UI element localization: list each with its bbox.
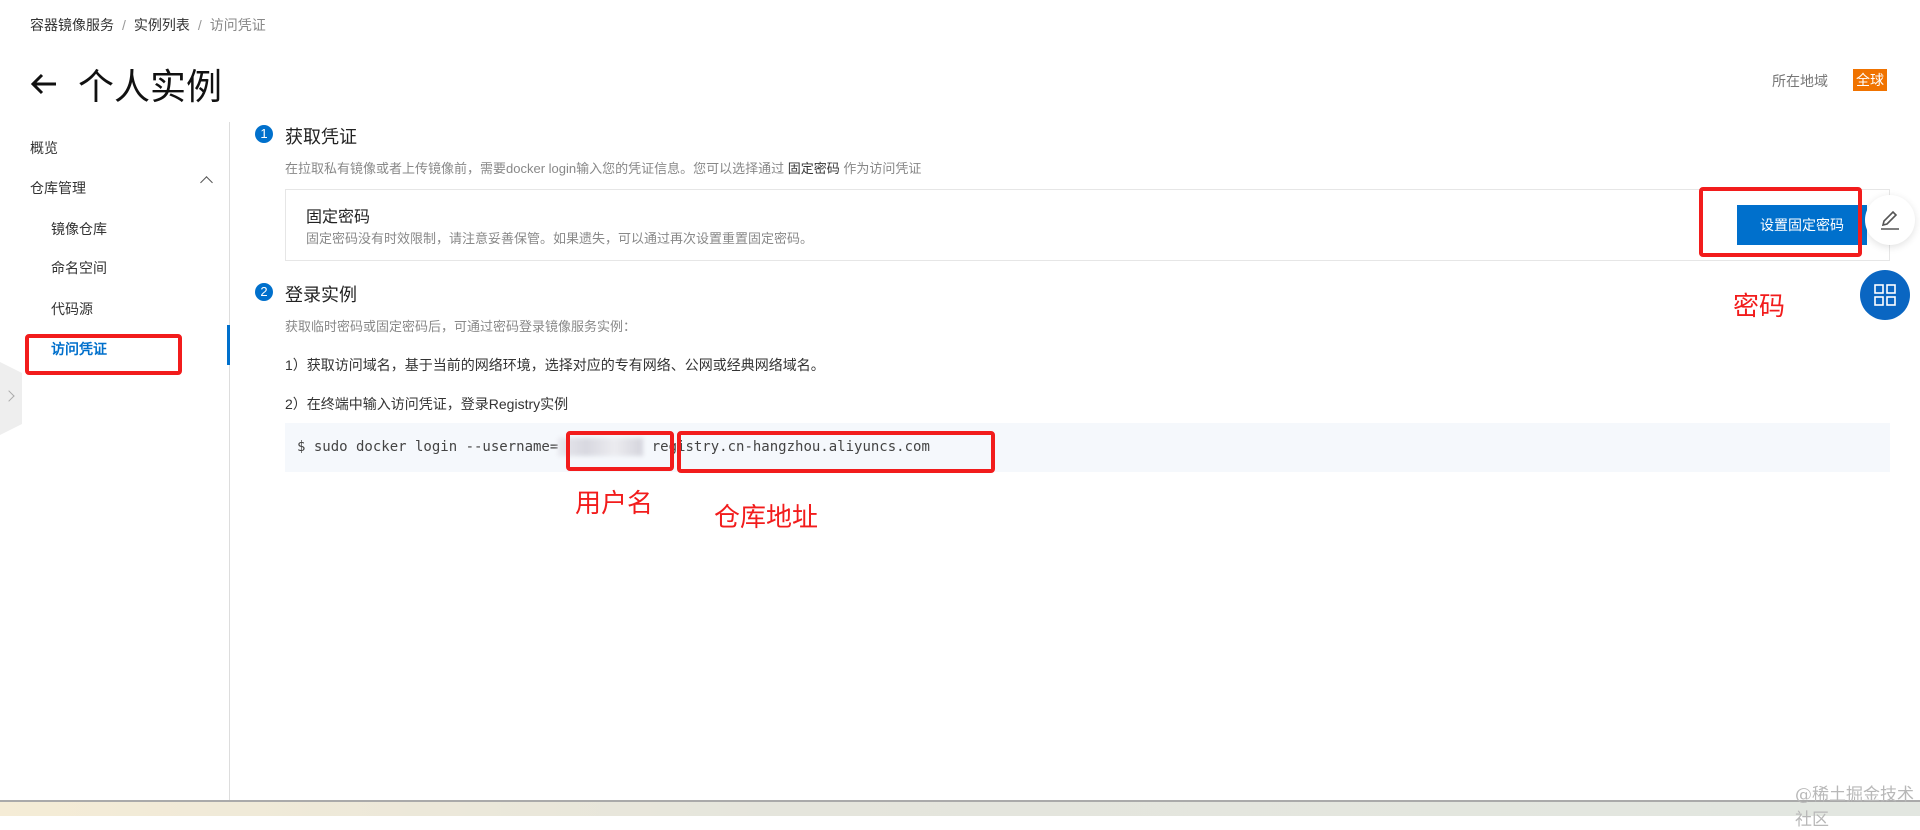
sidebar-item-namespaces[interactable]: 命名空间 — [51, 258, 107, 278]
edit-button[interactable] — [1865, 195, 1915, 245]
annotation-box-registry — [677, 431, 995, 473]
apps-button[interactable] — [1860, 270, 1910, 320]
chevron-right-icon — [3, 390, 15, 402]
annotation-password: 密码 — [1733, 291, 1786, 321]
breadcrumb-current: 访问凭证 — [209, 17, 266, 33]
login-command-block[interactable]: $ sudo docker login --username= registry… — [285, 423, 1890, 472]
grid-icon — [1874, 284, 1896, 306]
chevron-up-icon[interactable] — [200, 176, 213, 189]
instruction-item: 2）在终端中输入访问凭证，登录Registry实例 — [285, 396, 569, 412]
fixed-password-link[interactable]: 固定密码 — [788, 161, 840, 176]
step-title: 获取凭证 — [285, 127, 357, 147]
step-number: 2 — [255, 283, 273, 301]
watermark: @稀土掘金技术社区 — [1795, 785, 1914, 830]
annotation-box-username — [566, 431, 674, 471]
region-label: 所在地域 — [1772, 73, 1828, 89]
region-badge: 全球 — [1853, 69, 1887, 91]
step-title: 登录实例 — [285, 285, 357, 305]
sidebar-group-repo-management[interactable]: 仓库管理 — [30, 178, 86, 198]
taskbar — [0, 800, 1920, 816]
sidebar-item-image-repos[interactable]: 镜像仓库 — [51, 219, 107, 239]
annotation-box-sidebar — [25, 334, 182, 375]
sidebar-expand-tab[interactable] — [0, 362, 22, 435]
sidebar-active-indicator — [227, 325, 230, 365]
breadcrumb-link[interactable]: 实例列表 — [134, 17, 190, 33]
step-number: 1 — [255, 125, 273, 143]
back-arrow-icon[interactable] — [30, 72, 58, 96]
instruction-item: 1）获取访问域名，基于当前的网络环境，选择对应的专有网络、公网或经典网络域名。 — [285, 357, 825, 373]
annotation-box-password — [1699, 187, 1862, 257]
sidebar-item-overview[interactable]: 概览 — [30, 138, 58, 158]
breadcrumb: 容器镜像服务 / 实例列表 / 访问凭证 — [30, 17, 266, 33]
sidebar-item-code-source[interactable]: 代码源 — [51, 299, 93, 319]
annotation-username: 用户名 — [575, 488, 654, 518]
page-header: 个人实例 — [30, 58, 222, 110]
card-description: 固定密码没有时效限制，请注意妥善保管。如果遗失，可以通过再次设置重置固定密码。 — [306, 231, 814, 246]
pencil-icon — [1881, 210, 1899, 230]
command-prefix: $ sudo docker login --username= — [297, 439, 559, 455]
annotation-repo-address: 仓库地址 — [714, 502, 819, 532]
card-title: 固定密码 — [306, 209, 371, 226]
step-description: 在拉取私有镜像或者上传镜像前，需要docker login输入您的凭证信息。您可… — [285, 161, 922, 176]
fixed-password-card — [285, 189, 1890, 261]
sidebar-divider — [229, 122, 230, 802]
page-title: 个人实例 — [78, 66, 223, 107]
breadcrumb-link[interactable]: 容器镜像服务 — [30, 17, 114, 33]
step-description: 获取临时密码或固定密码后，可通过密码登录镜像服务实例： — [285, 319, 637, 334]
